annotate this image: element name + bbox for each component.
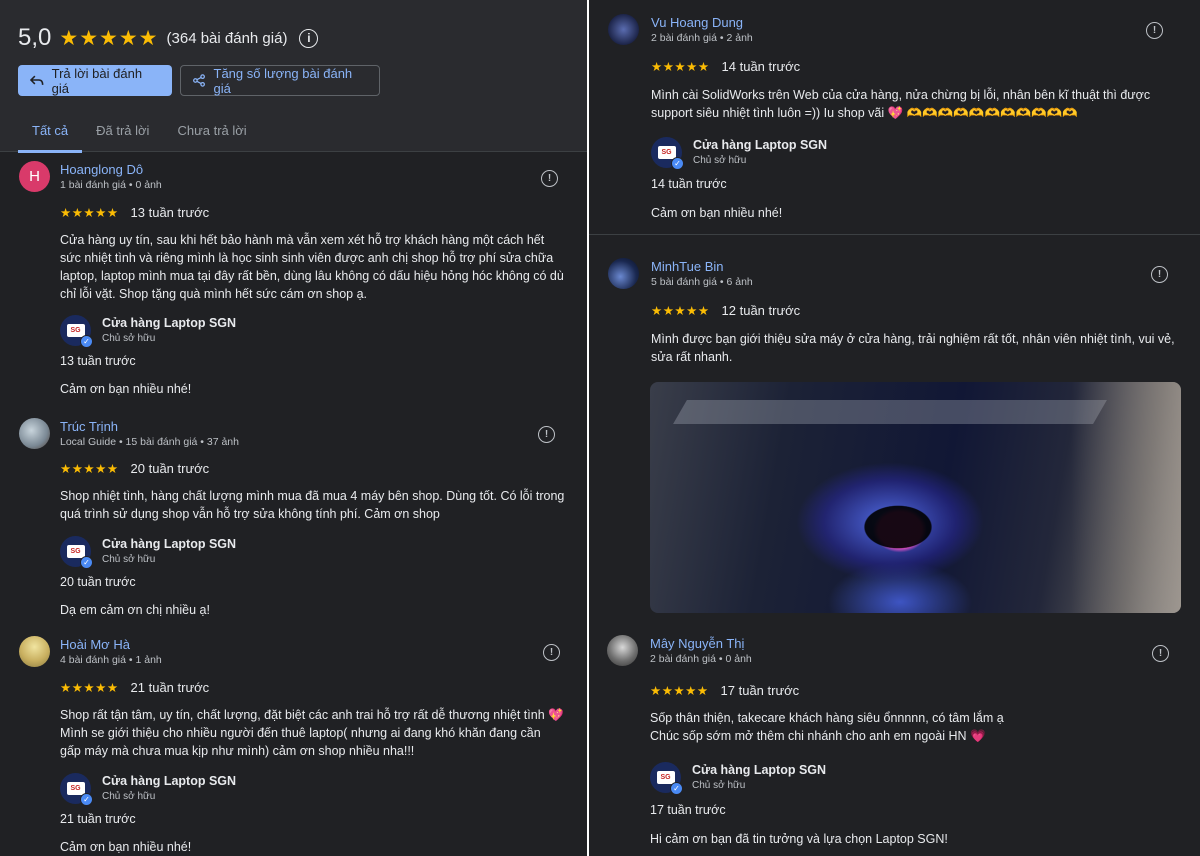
report-icon[interactable]: ! xyxy=(1152,645,1169,662)
review-time: 13 tuần trước xyxy=(130,205,210,220)
verified-icon: ✓ xyxy=(670,782,683,795)
reviewer-name[interactable]: Hoài Mơ Hà xyxy=(60,637,130,652)
star-rating-icon: ★★★★★ xyxy=(60,206,119,220)
rating-summary: 5,0 ★★★★★ (364 bài đánh giá) i xyxy=(18,24,319,52)
owner-role: Chủ sở hữu xyxy=(693,155,747,166)
star-rating-icon: ★★★★★ xyxy=(650,684,709,698)
review-time: 14 tuần trước xyxy=(721,59,801,74)
review-text: Cửa hàng uy tín, sau khi hết bảo hành mà… xyxy=(60,233,564,301)
report-icon[interactable]: ! xyxy=(538,426,555,443)
reviewer-name[interactable]: Trúc Trịnh xyxy=(60,419,118,434)
reply-time: 17 tuần trước xyxy=(650,803,726,817)
avatar[interactable] xyxy=(608,14,639,45)
report-icon[interactable]: ! xyxy=(543,644,560,661)
star-rating-icon: ★★★★★ xyxy=(59,26,159,50)
owner-logo: SG ✓ xyxy=(60,315,93,348)
star-rating-icon: ★★★★★ xyxy=(60,681,119,695)
reviewer-meta: 1 bài đánh giá • 0 ảnh xyxy=(60,179,162,191)
avatar[interactable] xyxy=(19,636,50,667)
reply-reviews-label: Trả lời bài đánh giá xyxy=(51,65,143,96)
owner-reply-text: Cảm ơn bạn nhiều nhé! xyxy=(60,382,192,396)
reply-reviews-button[interactable]: Trả lời bài đánh giá xyxy=(18,65,172,96)
review-time: 21 tuần trước xyxy=(130,680,210,695)
review-text: Shop rất tận tâm, uy tín, chất lượng, đặ… xyxy=(60,708,564,758)
left-column: 5,0 ★★★★★ (364 bài đánh giá) i Trả lời b… xyxy=(0,0,587,856)
owner-name: Cửa hàng Laptop SGN xyxy=(692,763,827,777)
avatar[interactable] xyxy=(19,418,50,449)
star-rating-icon: ★★★★★ xyxy=(60,462,119,476)
review-photo[interactable] xyxy=(650,382,1181,613)
owner-role: Chủ sở hữu xyxy=(692,780,746,791)
owner-role: Chủ sở hữu xyxy=(102,791,156,802)
verified-icon: ✓ xyxy=(671,157,684,170)
owner-reply-text: Cảm ơn bạn nhiều nhé! xyxy=(651,206,783,220)
avatar[interactable]: H xyxy=(19,161,50,192)
review-count: (364 bài đánh giá) xyxy=(166,29,288,47)
reply-time: 20 tuần trước xyxy=(60,575,136,589)
star-rating-icon: ★★★★★ xyxy=(651,60,710,74)
owner-logo: SG ✓ xyxy=(60,773,93,806)
verified-icon: ✓ xyxy=(80,556,93,569)
owner-logo: SG ✓ xyxy=(651,137,684,170)
star-rating-icon: ★★★★★ xyxy=(651,304,710,318)
owner-reply-text: Cảm ơn bạn nhiều nhé! xyxy=(60,840,192,854)
owner-role: Chủ sở hữu xyxy=(102,333,156,344)
reply-time: 14 tuần trước xyxy=(651,177,727,191)
review-text: Mình cài SolidWorks trên Web của cửa hàn… xyxy=(651,88,1151,120)
avatar[interactable] xyxy=(608,258,639,289)
reviewer-meta: 2 bài đánh giá • 2 ảnh xyxy=(651,32,753,44)
owner-name: Cửa hàng Laptop SGN xyxy=(693,138,828,152)
increase-reviews-button[interactable]: Tăng số lượng bài đánh giá xyxy=(180,65,380,96)
owner-reply-text: Hi cảm ơn bạn đã tin tưởng và lựa chọn L… xyxy=(650,832,948,846)
owner-name: Cửa hàng Laptop SGN xyxy=(102,537,237,551)
reviewer-meta: Local Guide • 15 bài đánh giá • 37 ảnh xyxy=(60,436,239,448)
review-text: Sốp thân thiện, takecare khách hàng siêu… xyxy=(650,711,1004,743)
tab-replied[interactable]: Đã trả lời xyxy=(82,118,163,153)
reviewer-meta: 4 bài đánh giá • 1 ảnh xyxy=(60,654,162,666)
share-icon xyxy=(193,74,205,87)
owner-logo: SG ✓ xyxy=(60,536,93,569)
reviewer-meta: 2 bài đánh giá • 0 ảnh xyxy=(650,653,752,665)
review-time: 20 tuần trước xyxy=(130,461,210,476)
review-text: Mình được bạn giới thiệu sửa máy ở cửa h… xyxy=(651,332,1175,364)
verified-icon: ✓ xyxy=(80,793,93,806)
owner-name: Cửa hàng Laptop SGN xyxy=(102,316,237,330)
owner-reply-text: Dạ em cảm ơn chị nhiều ạ! xyxy=(60,603,210,617)
reply-time: 21 tuần trước xyxy=(60,812,136,826)
reviewer-name[interactable]: MinhTue Bin xyxy=(651,259,724,274)
review-time: 17 tuần trước xyxy=(720,683,800,698)
info-icon[interactable]: i xyxy=(299,28,319,48)
review-tabs: Tất cả Đã trả lời Chưa trả lời xyxy=(18,118,261,153)
reviewer-name[interactable]: Mây Nguyễn Thị xyxy=(650,636,744,651)
review-time: 12 tuần trước xyxy=(721,303,801,318)
reviews-header: 5,0 ★★★★★ (364 bài đánh giá) i Trả lời b… xyxy=(0,0,587,153)
verified-icon: ✓ xyxy=(80,335,93,348)
tab-all[interactable]: Tất cả xyxy=(18,118,83,153)
review-separator xyxy=(589,234,1200,235)
increase-reviews-label: Tăng số lượng bài đánh giá xyxy=(213,65,353,96)
review-text: Shop nhiệt tình, hàng chất lượng mình mu… xyxy=(60,489,565,521)
reviewer-name[interactable]: Hoanglong Dô xyxy=(60,162,143,177)
avatar[interactable] xyxy=(607,635,638,666)
reviewer-name[interactable]: Vu Hoang Dung xyxy=(651,15,743,30)
owner-logo: SG ✓ xyxy=(650,762,683,795)
reply-icon xyxy=(30,75,44,85)
owner-role: Chủ sở hữu xyxy=(102,554,156,565)
average-rating: 5,0 xyxy=(18,24,52,51)
right-column: Vu Hoang Dung 2 bài đánh giá • 2 ảnh ! ★… xyxy=(589,0,1200,856)
owner-name: Cửa hàng Laptop SGN xyxy=(102,774,237,788)
tab-unreplied[interactable]: Chưa trả lời xyxy=(163,118,260,153)
report-icon[interactable]: ! xyxy=(1146,22,1163,39)
reviewer-meta: 5 bài đánh giá • 6 ảnh xyxy=(651,276,753,288)
reply-time: 13 tuần trước xyxy=(60,354,136,368)
report-icon[interactable]: ! xyxy=(541,170,558,187)
report-icon[interactable]: ! xyxy=(1151,266,1168,283)
